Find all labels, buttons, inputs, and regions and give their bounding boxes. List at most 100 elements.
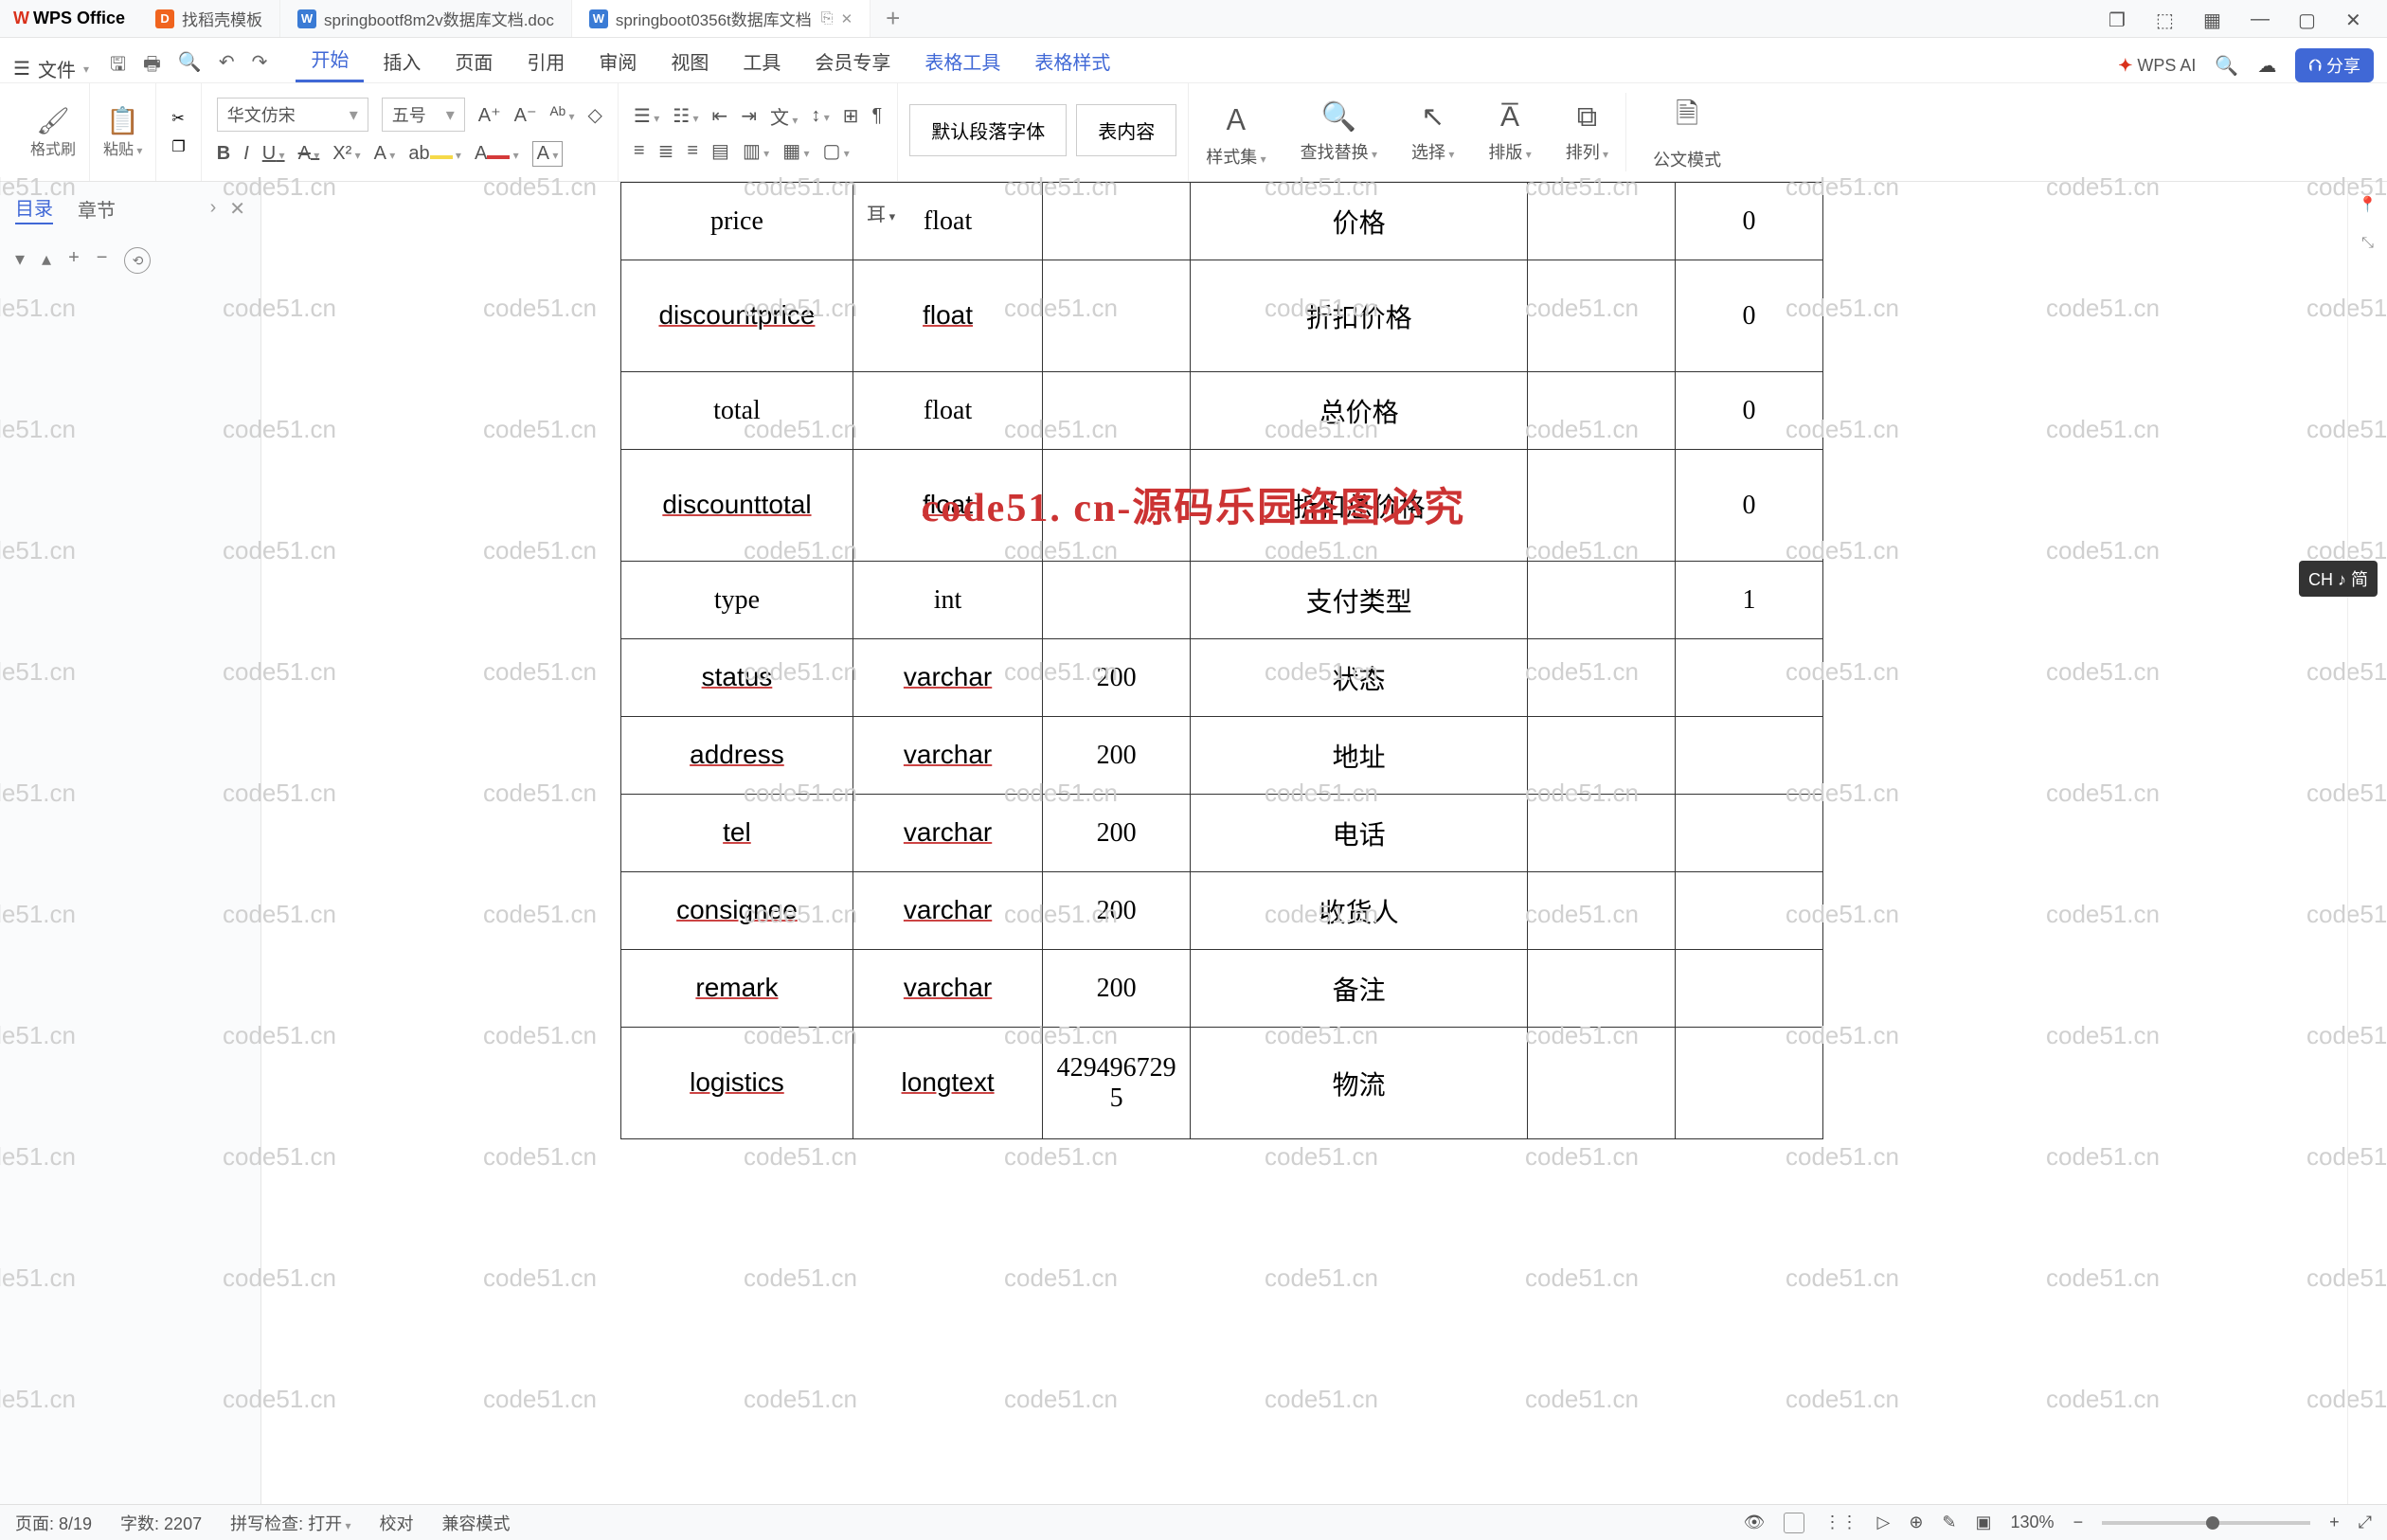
table-cell[interactable]: 0 <box>1676 450 1823 562</box>
nav-close-icon[interactable]: ✕ <box>229 197 245 221</box>
view-eye-icon[interactable]: 👁 <box>1744 1513 1766 1532</box>
tab-templates[interactable]: D 找稻壳模板 <box>138 0 280 37</box>
table-cell[interactable]: 价格 <box>1191 183 1528 260</box>
print-icon[interactable]: 🖶 <box>143 50 161 82</box>
page-indicator[interactable]: 页面: 8/19 <box>15 1511 92 1535</box>
table-cell[interactable]: 状态 <box>1191 639 1528 717</box>
sync-icon[interactable]: ⟲ <box>124 247 151 274</box>
tab-doc-2-active[interactable]: W springboot0356t数据库文档 ⎘ ✕ <box>572 0 870 37</box>
expand-pane-icon[interactable]: ⤡ <box>2361 235 2374 252</box>
share-button[interactable]: ⮉ 分享 <box>2295 48 2374 82</box>
clear-format-icon[interactable]: ◇ <box>588 103 602 127</box>
cut-icon[interactable]: ✂ <box>171 109 185 128</box>
menu-reference[interactable]: 引用 <box>512 40 580 82</box>
char-shading-button[interactable]: A <box>532 141 564 167</box>
font-size-select[interactable]: 五号▾ <box>382 98 465 132</box>
view-print-icon[interactable] <box>1784 1513 1804 1533</box>
nav-next-icon[interactable]: › <box>210 197 217 221</box>
gov-mode-button[interactable]: 🗎 公文模式 <box>1625 93 1738 171</box>
table-cell[interactable] <box>1528 639 1676 717</box>
zoom-slider[interactable] <box>2102 1521 2310 1525</box>
cube-icon[interactable]: ⬚ <box>2156 9 2177 29</box>
justify-icon[interactable]: ▤ <box>711 139 729 163</box>
shading-icon[interactable]: ▦ <box>782 139 809 163</box>
table-cell[interactable]: discounttotal <box>621 450 853 562</box>
menu-review[interactable]: 审阅 <box>583 40 652 82</box>
decrease-indent-icon[interactable]: ⇤ <box>712 104 728 128</box>
align-center-icon[interactable]: ≣ <box>658 139 674 163</box>
bold-button[interactable]: B <box>217 143 230 165</box>
search-icon[interactable]: 🔍 <box>2215 54 2238 78</box>
table-cell[interactable] <box>1528 183 1676 260</box>
table-cell[interactable] <box>1528 372 1676 450</box>
menu-table-style[interactable]: 表格样式 <box>1019 40 1125 82</box>
file-menu[interactable]: ☰ 文件 ▾ <box>13 55 89 82</box>
pin-icon[interactable]: 📍 <box>2359 195 2378 214</box>
table-cell[interactable] <box>1676 795 1823 872</box>
table-cell[interactable] <box>1043 562 1191 639</box>
font-family-select[interactable]: 华文仿宋▾ <box>217 98 368 132</box>
numbering-icon[interactable]: ☷ <box>673 104 698 128</box>
view-outline-icon[interactable]: ⋮⋮ <box>1823 1513 1858 1532</box>
table-cell[interactable]: 0 <box>1676 372 1823 450</box>
table-cell[interactable]: float <box>852 183 1042 260</box>
table-cell[interactable] <box>1528 950 1676 1028</box>
word-count[interactable]: 字数: 2207 <box>120 1511 202 1535</box>
table-cell[interactable]: 200 <box>1043 639 1191 717</box>
view-tools-icon[interactable]: ✎ <box>1942 1513 1956 1532</box>
copy-icon[interactable]: ❐ <box>171 137 185 156</box>
table-cell[interactable] <box>1043 372 1191 450</box>
avatar-icon[interactable]: ▦ <box>2203 9 2224 29</box>
zoom-in-icon[interactable]: + <box>2329 1513 2340 1532</box>
table-cell[interactable]: varchar <box>852 639 1042 717</box>
table-cell[interactable]: 200 <box>1043 950 1191 1028</box>
table-cell[interactable] <box>1528 717 1676 795</box>
table-cell[interactable]: tel <box>621 795 853 872</box>
cloud-icon[interactable]: ☁ <box>2257 54 2276 78</box>
table-cell[interactable]: remark <box>621 950 853 1028</box>
increase-indent-icon[interactable]: ⇥ <box>741 104 757 128</box>
layout-button[interactable]: A̅ 排版 <box>1471 101 1548 164</box>
table-cell[interactable]: varchar <box>852 950 1042 1028</box>
decrease-font-icon[interactable]: A⁻ <box>514 103 537 127</box>
style-content[interactable]: 表内容 <box>1076 104 1176 156</box>
select-button[interactable]: ↖ 选择 <box>1394 100 1471 164</box>
table-cell[interactable]: 支付类型 <box>1191 562 1528 639</box>
table-cell[interactable]: 收货人 <box>1191 872 1528 950</box>
style-set-button[interactable]: Ａ 样式集 <box>1189 97 1283 169</box>
table-cell[interactable] <box>1676 1028 1823 1139</box>
spellcheck-status[interactable]: 拼写检查: 打开 <box>230 1511 350 1535</box>
paste-icon[interactable]: 📋 <box>106 105 139 136</box>
view-read-icon[interactable]: ▷ <box>1876 1513 1890 1532</box>
nav-tab-chapters[interactable]: 章节 <box>78 195 116 223</box>
italic-button[interactable]: I <box>243 143 249 165</box>
bullets-icon[interactable]: ☰ <box>634 104 659 128</box>
nav-tab-outline[interactable]: 目录 <box>15 193 53 224</box>
zoom-out-icon[interactable]: − <box>2073 1513 2084 1532</box>
menu-tools[interactable]: 工具 <box>727 40 796 82</box>
fullscreen-icon[interactable]: ⤢ <box>2359 1513 2372 1532</box>
expand-icon[interactable]: ▴ <box>42 247 51 274</box>
table-cell[interactable]: 200 <box>1043 872 1191 950</box>
table-cell[interactable]: 物流 <box>1191 1028 1528 1139</box>
arrange-button[interactable]: ⧉ 排列 <box>1549 101 1625 164</box>
table-cell[interactable] <box>1528 795 1676 872</box>
table-cell[interactable]: longtext <box>852 1028 1042 1139</box>
menu-table-tools[interactable]: 表格工具 <box>909 40 1015 82</box>
table-cell[interactable]: int <box>852 562 1042 639</box>
menu-page[interactable]: 页面 <box>440 40 508 82</box>
distribute-icon[interactable]: ▥ <box>743 139 769 163</box>
table-cell[interactable]: 0 <box>1676 183 1823 260</box>
table-cell[interactable] <box>1676 872 1823 950</box>
collapse-icon[interactable]: ▾ <box>15 247 25 274</box>
borders-icon[interactable]: ▢ <box>822 139 849 163</box>
redo-icon[interactable]: ↷ <box>252 50 268 82</box>
table-cell[interactable]: 备注 <box>1191 950 1528 1028</box>
menu-home[interactable]: 开始 <box>296 37 364 82</box>
text-effects-button[interactable]: A <box>374 143 396 165</box>
table-cell[interactable]: float <box>852 260 1042 372</box>
format-painter-icon[interactable]: 🖌 <box>36 105 70 136</box>
menu-insert[interactable]: 插入 <box>368 40 436 82</box>
text-direction-icon[interactable]: 文 <box>770 102 798 130</box>
highlight-button[interactable]: ab <box>408 143 461 165</box>
